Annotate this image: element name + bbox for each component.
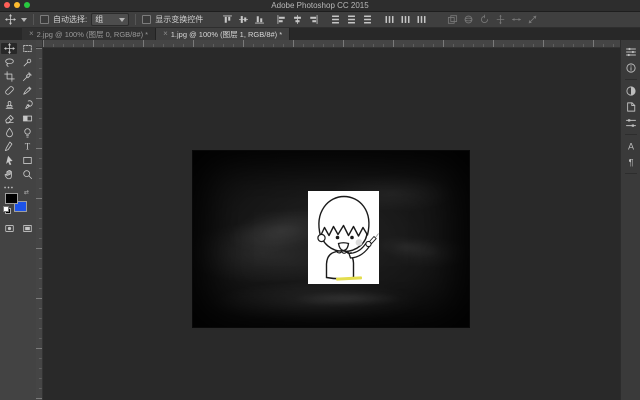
chalkboard-document[interactable] xyxy=(192,150,470,328)
color-panel-icon[interactable] xyxy=(624,45,638,59)
tool-type[interactable]: T xyxy=(19,141,35,152)
pasteboard[interactable] xyxy=(43,48,620,400)
distribute-top-icon[interactable] xyxy=(329,13,342,26)
distribute-center-icon[interactable] xyxy=(399,13,412,26)
dock-divider xyxy=(624,134,637,135)
align-left-icon[interactable] xyxy=(275,13,288,26)
distribute-middle-icon[interactable] xyxy=(345,13,358,26)
default-colors-icon[interactable] xyxy=(3,206,11,214)
tool-quick-select[interactable] xyxy=(19,57,35,68)
dropdown-caret-icon xyxy=(119,17,126,22)
3d-slide-icon[interactable] xyxy=(510,13,523,26)
eye xyxy=(350,235,354,240)
tool-crop[interactable] xyxy=(1,71,17,82)
tool-hand[interactable] xyxy=(1,169,17,180)
tool-move[interactable] xyxy=(1,43,17,54)
photoshop-window: Adobe Photoshop CC 2015 自动选择: 组 显示变换控件 ×… xyxy=(0,0,640,400)
maruko-chan-drawing xyxy=(317,195,379,280)
window-title: Adobe Photoshop CC 2015 xyxy=(271,1,369,10)
ear xyxy=(317,233,326,243)
tool-history-brush[interactable] xyxy=(19,99,35,110)
properties-panel-icon[interactable] xyxy=(624,116,638,130)
tab-label: 2.jpg @ 100% (图层 0, RGB/8#) * xyxy=(36,29,149,39)
tool-zoom[interactable] xyxy=(19,169,35,180)
canvas-area xyxy=(36,40,620,400)
tool-lasso[interactable] xyxy=(1,57,17,68)
tool-blur[interactable] xyxy=(1,127,17,138)
cartoon-sticker-layer[interactable] xyxy=(308,191,379,284)
tool-eraser[interactable] xyxy=(1,113,17,124)
titlebar: Adobe Photoshop CC 2015 xyxy=(0,0,640,12)
chalk-stroke xyxy=(375,233,379,238)
eye xyxy=(335,235,340,240)
screen-mode-icon[interactable] xyxy=(20,222,34,234)
paragraph-panel-icon[interactable]: ¶ xyxy=(624,155,638,169)
dock-divider xyxy=(624,173,637,174)
foreground-color-swatch[interactable] xyxy=(5,193,18,204)
document-tab-1[interactable]: × 2.jpg @ 100% (图层 0, RGB/8#) * xyxy=(22,28,157,40)
info-panel-icon[interactable] xyxy=(624,61,638,75)
align-bottom-icon[interactable] xyxy=(253,13,266,26)
panel-dock: A ¶ xyxy=(620,40,640,400)
show-transform-label: 显示变换控件 xyxy=(155,15,204,24)
align-middle-icon[interactable] xyxy=(237,13,250,26)
svg-text:A: A xyxy=(627,141,633,151)
dock-divider xyxy=(624,79,637,80)
align-center-icon[interactable] xyxy=(291,13,304,26)
3d-rotate-icon[interactable] xyxy=(462,13,475,26)
tool-dodge[interactable] xyxy=(19,127,35,138)
auto-select-checkbox[interactable] xyxy=(40,15,49,24)
chalk-smudge xyxy=(372,233,444,261)
ruler-origin-corner[interactable] xyxy=(36,40,43,48)
chalk-stick xyxy=(368,235,377,245)
auto-select-dropdown[interactable]: 组 xyxy=(91,13,130,26)
tool-options-bar: 自动选择: 组 显示变换控件 xyxy=(0,12,640,28)
divider xyxy=(33,14,34,25)
swap-colors-icon[interactable]: ⇄ xyxy=(24,190,29,196)
auto-select-value: 组 xyxy=(95,15,104,24)
tool-path-select[interactable] xyxy=(1,155,17,166)
tool-preset-caret-icon[interactable] xyxy=(21,17,27,22)
tab-label: 1.jpg @ 100% (图层 1, RGB/8#) * xyxy=(170,29,283,39)
3d-roll-icon[interactable] xyxy=(478,13,491,26)
auto-align-icon[interactable] xyxy=(446,13,459,26)
tool-pen[interactable] xyxy=(1,141,17,152)
3d-scale-icon[interactable] xyxy=(526,13,539,26)
distribute-left-icon[interactable] xyxy=(383,13,396,26)
tool-gradient[interactable] xyxy=(19,113,35,124)
adjustments-panel-icon[interactable] xyxy=(624,84,638,98)
show-transform-checkbox[interactable] xyxy=(142,15,152,24)
quick-mask-icon[interactable] xyxy=(2,222,16,234)
document-tab-2[interactable]: × 1.jpg @ 100% (图层 1, RGB/8#) * xyxy=(156,28,291,40)
document-tab-bar: × 2.jpg @ 100% (图层 0, RGB/8#) * × 1.jpg @ 1… xyxy=(0,28,640,40)
auto-select-label: 自动选择: xyxy=(53,15,88,24)
move-tool-icon[interactable] xyxy=(4,13,17,26)
chalk-smudge xyxy=(283,291,413,307)
align-right-icon[interactable] xyxy=(307,13,320,26)
close-tab-icon[interactable]: × xyxy=(163,30,168,38)
blush xyxy=(355,239,363,246)
align-top-icon[interactable] xyxy=(221,13,234,26)
tools-panel: T ⇄ xyxy=(0,40,37,400)
extra-icon-group xyxy=(446,13,539,26)
svg-text:T: T xyxy=(24,142,30,152)
tool-rectangle[interactable] xyxy=(19,155,35,166)
character-panel-icon[interactable]: A xyxy=(624,139,638,153)
close-tab-icon[interactable]: × xyxy=(29,30,34,38)
styles-panel-icon[interactable] xyxy=(624,100,638,114)
tool-brush[interactable] xyxy=(19,85,35,96)
tool-clone-stamp[interactable] xyxy=(1,99,17,110)
horizontal-ruler[interactable] xyxy=(43,40,620,48)
svg-text:¶: ¶ xyxy=(628,157,633,167)
distribute-bottom-icon[interactable] xyxy=(361,13,374,26)
distribute-right-icon[interactable] xyxy=(415,13,428,26)
tool-spot-healing[interactable] xyxy=(1,85,17,96)
tool-eyedropper[interactable] xyxy=(19,71,35,82)
3d-pan-icon[interactable] xyxy=(494,13,507,26)
align-icon-group xyxy=(221,13,428,26)
divider xyxy=(135,14,137,25)
tool-marquee[interactable] xyxy=(19,43,35,54)
vertical-ruler[interactable] xyxy=(36,48,43,400)
